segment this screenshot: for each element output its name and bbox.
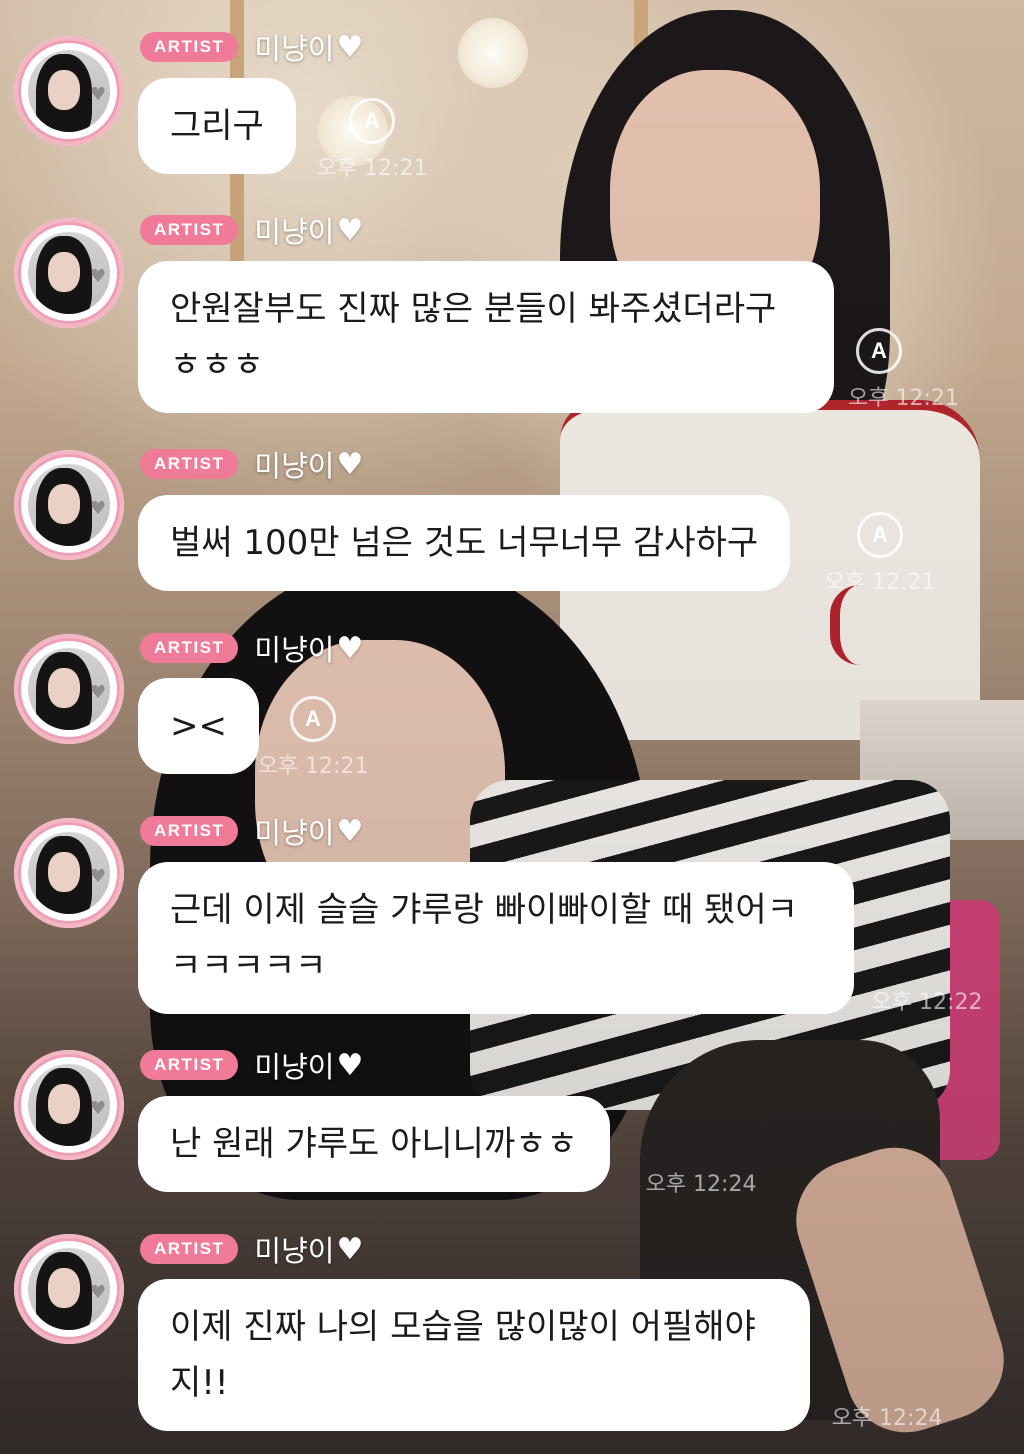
avatar[interactable]: ♥ — [14, 634, 124, 744]
avatar-image: ♥ — [28, 648, 110, 730]
heart-icon: ♥ — [90, 1282, 107, 1303]
name-row: ARTIST 미냥이 ♥ — [140, 627, 364, 669]
message-meta: 오후 12:22 — [862, 978, 992, 1016]
name-row: ARTIST 미냥이 ♥ — [140, 1044, 364, 1086]
white-heart-icon: ♥ — [336, 1231, 364, 1267]
timestamp: 오후 12:21 — [257, 754, 369, 779]
avatar-image: ♥ — [28, 464, 110, 546]
heart-icon: ♥ — [90, 682, 107, 703]
avatar[interactable]: ♥ — [14, 1050, 124, 1160]
avatar-image: ♥ — [28, 832, 110, 914]
timestamp: 오후 12:21 — [848, 386, 959, 411]
message-bubble[interactable]: 그리구 — [138, 78, 296, 174]
message-meta: A 오후 12:21 — [810, 512, 950, 596]
message-bubble[interactable]: >< — [138, 678, 259, 774]
message-bubble[interactable]: 난 원래 갸루도 아니니까ㅎㅎ — [138, 1096, 610, 1192]
nickname[interactable]: 미냥이 — [254, 1044, 334, 1086]
heart-icon: ♥ — [90, 866, 107, 887]
timestamp: 오후 12:21 — [824, 570, 936, 595]
translate-icon[interactable]: A — [349, 98, 395, 144]
name-row: ARTIST 미냥이 ♥ — [140, 26, 364, 68]
message-meta: A 오후 12:21 — [834, 328, 959, 412]
artist-badge: ARTIST — [140, 633, 239, 663]
translate-icon[interactable]: A — [856, 328, 902, 374]
heart-icon: ♥ — [90, 1098, 107, 1119]
timestamp: 오후 12:21 — [316, 156, 428, 181]
artist-badge: ARTIST — [140, 1050, 239, 1080]
name-row: ARTIST 미냥이 ♥ — [140, 209, 364, 251]
name-row: ARTIST 미냥이 ♥ — [140, 1228, 364, 1270]
translate-icon[interactable]: A — [290, 696, 336, 742]
white-heart-icon: ♥ — [336, 212, 364, 248]
timestamp: 오후 12:24 — [645, 1172, 757, 1197]
white-heart-icon: ♥ — [336, 630, 364, 666]
nickname[interactable]: 미냥이 — [254, 627, 334, 669]
artist-badge: ARTIST — [140, 1234, 239, 1264]
message-meta: A 오후 12:21 — [312, 98, 432, 182]
heart-icon: ♥ — [90, 266, 107, 287]
white-heart-icon: ♥ — [336, 1047, 364, 1083]
heart-icon: ♥ — [90, 84, 107, 105]
nickname[interactable]: 미냥이 — [254, 209, 334, 251]
artist-badge: ARTIST — [140, 32, 239, 62]
message-bubble[interactable]: 이제 진짜 나의 모습을 많이많이 어필해야 지!! — [138, 1279, 810, 1431]
artist-badge: ARTIST — [140, 215, 239, 245]
nickname[interactable]: 미냥이 — [254, 26, 334, 68]
artist-badge: ARTIST — [140, 449, 239, 479]
nickname[interactable]: 미냥이 — [254, 810, 334, 852]
heart-icon: ♥ — [90, 498, 107, 519]
avatar[interactable]: ♥ — [14, 450, 124, 560]
white-heart-icon: ♥ — [336, 29, 364, 65]
avatar[interactable]: ♥ — [14, 1234, 124, 1344]
avatar[interactable]: ♥ — [14, 218, 124, 328]
message-bubble[interactable]: 안원잘부도 진짜 많은 분들이 봐주셨더라구 ㅎㅎㅎ — [138, 261, 834, 413]
white-heart-icon: ♥ — [336, 813, 364, 849]
timestamp: 오후 12:24 — [831, 1406, 943, 1431]
avatar-image: ♥ — [28, 50, 110, 132]
timestamp: 오후 12:22 — [871, 990, 983, 1015]
artist-badge: ARTIST — [140, 816, 239, 846]
nickname[interactable]: 미냥이 — [254, 1228, 334, 1270]
message-meta: 오후 12:24 — [822, 1394, 952, 1432]
message-meta: A 오후 12:21 — [248, 696, 378, 780]
translate-icon[interactable]: A — [857, 512, 903, 558]
message-bubble[interactable]: 벌써 100만 넘은 것도 너무너무 감사하구 — [138, 495, 791, 591]
nickname[interactable]: 미냥이 — [254, 443, 334, 485]
avatar[interactable]: ♥ — [14, 36, 124, 146]
message-meta: 오후 12:24 — [636, 1160, 766, 1198]
avatar-image: ♥ — [28, 1248, 110, 1330]
white-heart-icon: ♥ — [336, 446, 364, 482]
name-row: ARTIST 미냥이 ♥ — [140, 810, 364, 852]
avatar-image: ♥ — [28, 232, 110, 314]
message-bubble[interactable]: 근데 이제 슬슬 갸루랑 빠이빠이할 때 됐어ㅋ ㅋㅋㅋㅋㅋ — [138, 862, 854, 1014]
avatar[interactable]: ♥ — [14, 818, 124, 928]
name-row: ARTIST 미냥이 ♥ — [140, 443, 364, 485]
avatar-image: ♥ — [28, 1064, 110, 1146]
